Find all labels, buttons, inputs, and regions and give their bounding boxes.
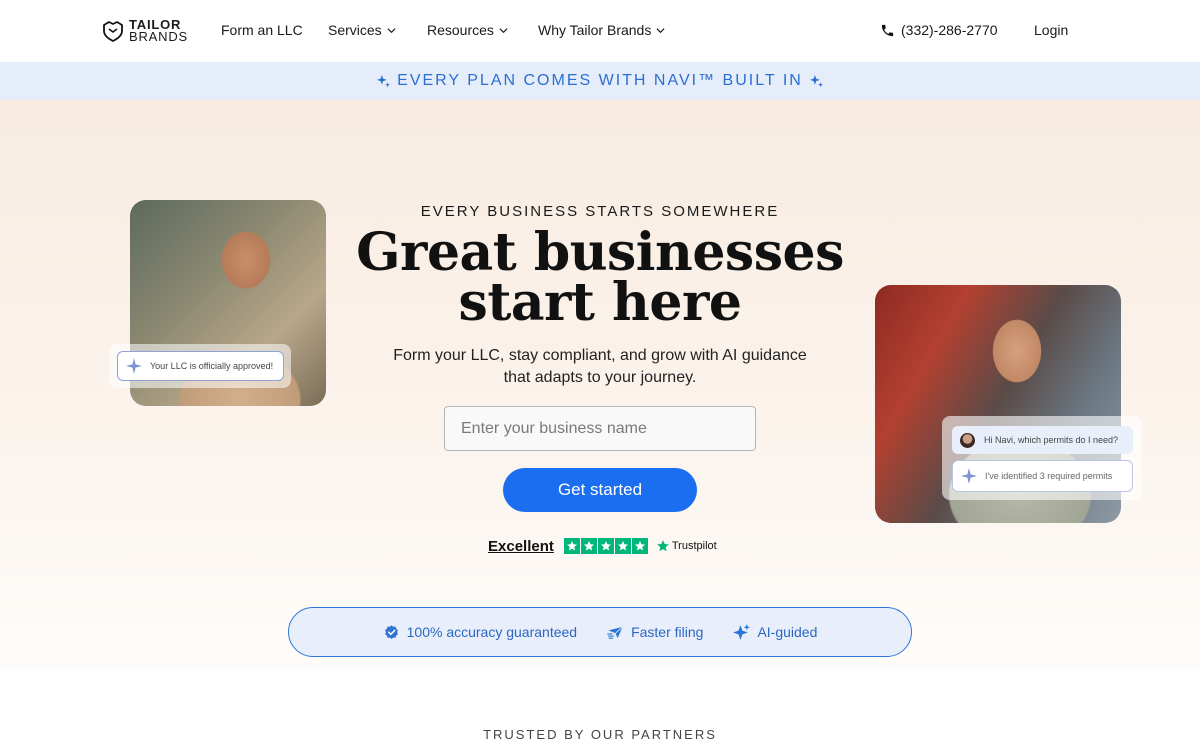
star-icon xyxy=(597,538,614,554)
sparkle-icon xyxy=(809,74,823,87)
star-icon xyxy=(631,538,648,554)
chevron-down-icon xyxy=(387,27,396,33)
chat-answer-text: I've identified 3 required permits xyxy=(985,471,1113,481)
nav-link-services[interactable]: Services xyxy=(328,22,396,38)
nav-link-form-llc[interactable]: Form an LLC xyxy=(221,22,303,38)
business-name-input[interactable] xyxy=(444,406,756,451)
top-navigation: TAILOR BRANDS Form an LLC Services Resou… xyxy=(0,0,1200,62)
sparkle-icon xyxy=(377,74,391,87)
sparkle-icon xyxy=(733,623,751,640)
get-started-button[interactable]: Get started xyxy=(503,468,697,512)
navi-promo-banner[interactable]: EVERY PLAN COMES WITH NAVI™ BUILT IN xyxy=(0,62,1200,100)
star-icon xyxy=(580,538,597,554)
feature-label: Faster filing xyxy=(631,624,704,640)
feature-faster-filing: Faster filing xyxy=(607,624,703,641)
subheadline-line-1: Form your LLC, stay compliant, and grow … xyxy=(393,347,807,364)
headline-line-2: start here xyxy=(458,272,742,333)
nav-link-why-tailor-brands[interactable]: Why Tailor Brands xyxy=(538,22,665,38)
trustpilot-stars xyxy=(563,538,649,554)
feature-label: 100% accuracy guaranteed xyxy=(406,624,578,640)
feature-label: AI-guided xyxy=(757,624,818,640)
login-link[interactable]: Login xyxy=(1034,22,1068,38)
hero-section: Your LLC is officially approved! Hi Navi… xyxy=(0,100,1200,670)
chat-user-question: Hi Navi, which permits do I need? xyxy=(952,426,1133,454)
hero-eyebrow: EVERY BUSINESS STARTS SOMEWHERE xyxy=(420,203,780,220)
fast-plane-icon xyxy=(607,626,623,639)
tailor-brands-logo[interactable]: TAILOR BRANDS xyxy=(101,17,188,45)
trustpilot-rating[interactable]: Excellent Trustpilot xyxy=(488,537,717,555)
trustpilot-brand: Trustpilot xyxy=(656,539,717,553)
nav-link-label: Form an LLC xyxy=(221,22,303,38)
logo-wordmark: TAILOR BRANDS xyxy=(129,18,188,44)
nav-link-resources[interactable]: Resources xyxy=(427,22,508,38)
logo-line-2: BRANDS xyxy=(129,29,188,44)
phone-link[interactable]: (332)-286-2770 xyxy=(880,22,998,38)
banner-text: EVERY PLAN COMES WITH NAVI™ BUILT IN xyxy=(397,72,803,89)
feature-pill: 100% accuracy guaranteed Faster filing A… xyxy=(288,607,912,657)
feature-ai-guided: AI-guided xyxy=(733,623,818,641)
phone-icon xyxy=(881,24,894,36)
nav-link-label: Resources xyxy=(427,22,494,38)
chevron-down-icon xyxy=(656,27,665,33)
subheadline-line-2: that adapts to your journey. xyxy=(503,369,697,386)
nav-link-label: Why Tailor Brands xyxy=(538,22,652,38)
phone-number: (332)-286-2770 xyxy=(901,22,998,38)
star-icon xyxy=(614,538,631,554)
trustpilot-rating-label: Excellent xyxy=(488,537,554,555)
check-badge-icon xyxy=(384,624,398,639)
hero-subheadline: Form your LLC, stay compliant, and grow … xyxy=(0,345,1200,389)
trusted-partners-heading: TRUSTED BY OUR PARTNERS xyxy=(483,727,717,742)
user-avatar xyxy=(960,432,975,448)
chat-question-text: Hi Navi, which permits do I need? xyxy=(984,435,1119,445)
chevron-down-icon xyxy=(499,27,508,33)
chat-navi-answer: I've identified 3 required permits xyxy=(952,460,1133,492)
trustpilot-star-icon xyxy=(657,540,669,552)
hero-headline: Great businesses start here xyxy=(0,227,1200,329)
logo-shield-icon xyxy=(103,21,123,42)
feature-accuracy: 100% accuracy guaranteed xyxy=(383,624,577,641)
star-icon xyxy=(563,538,580,554)
navi-sparkle-icon xyxy=(961,468,977,484)
trustpilot-brand-name: Trustpilot xyxy=(671,540,717,552)
nav-link-label: Services xyxy=(328,22,382,38)
